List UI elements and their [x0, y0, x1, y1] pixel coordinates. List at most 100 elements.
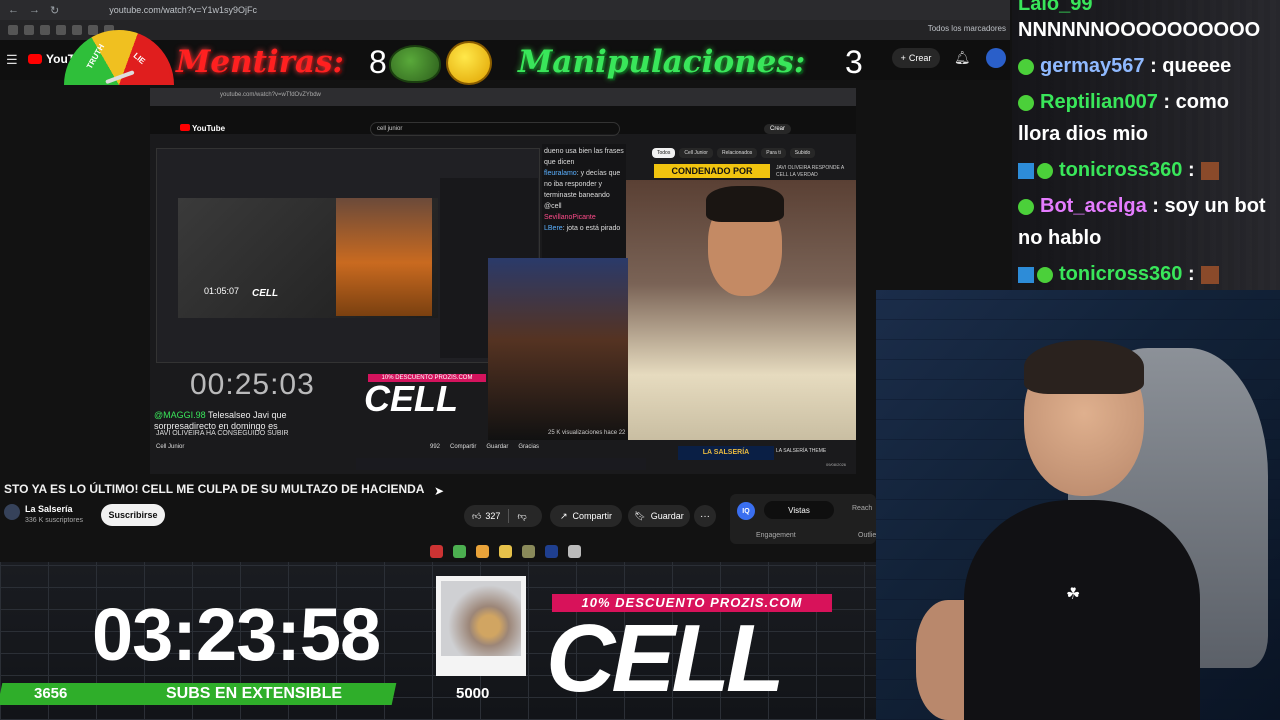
inner-share: Compartir: [450, 444, 477, 450]
chat-message: NNNNNNOOOOOOOOOO: [1018, 18, 1260, 42]
more-actions-button[interactable]: ···: [694, 505, 716, 527]
analytics-extension-icon[interactable]: IQ: [737, 502, 755, 520]
smiley-emote-icon: [446, 41, 492, 85]
subscriber-badge-icon: [1037, 266, 1053, 283]
emote-icon: [1200, 161, 1219, 180]
inner-create-button: Crear: [764, 124, 792, 134]
mentiras-count: 8: [369, 44, 387, 80]
reload-icon[interactable]: ↻: [50, 4, 59, 17]
photoshop-icon[interactable]: [545, 544, 558, 558]
thumbs-down-icon: 👎︎: [517, 510, 527, 521]
manipulaciones-label: Manipulaciones:: [518, 44, 806, 80]
bookmark-icon[interactable]: [56, 25, 66, 35]
share-icon: ↗: [559, 510, 568, 521]
video-player[interactable]: youtube.com/watch?v=wTfdOvZYbdw YouTube …: [150, 88, 856, 474]
inner-overlay-user: @MAGGI.98: [154, 410, 206, 420]
inner-chat-text: dueno usa bien las frases que dicen: [544, 148, 624, 166]
chat-username: Reptilian007: [1040, 91, 1158, 113]
bookmarks-folder[interactable]: Todos los marcadores: [928, 24, 1006, 33]
share-button[interactable]: ↗ Compartir: [550, 505, 622, 527]
inner-small-timer: 01:05:07: [204, 286, 240, 296]
subscriber-badge-icon: [1018, 58, 1034, 75]
manipulaciones-count: 3: [845, 44, 863, 80]
subs-count: 3656: [34, 685, 68, 702]
chat-message: germay567 : queeee: [1018, 54, 1231, 78]
inner-theme-label: LA SALSERÍA THEME: [776, 448, 827, 454]
inner-webcam: [488, 258, 628, 440]
chat-text: : soy un bot: [1146, 195, 1266, 217]
tab-vistas[interactable]: Vistas: [764, 501, 834, 519]
bookmark-icon[interactable]: [72, 25, 82, 35]
address-bar[interactable]: youtube.com/watch?v=Y1w1sy9OjFc: [109, 5, 257, 15]
inner-thanks: Gracias: [518, 444, 540, 450]
menu-icon[interactable]: ☰: [6, 52, 18, 68]
bookmark-icon[interactable]: [24, 25, 34, 35]
like-button[interactable]: 👍︎ 327: [464, 505, 508, 527]
bookmark-icon[interactable]: [40, 25, 50, 35]
mentiras-label: Mentiras:: [176, 44, 344, 80]
subs-label: SUBS EN EXTENSIBLE: [166, 685, 343, 702]
subscribe-button[interactable]: Suscribirse: [101, 504, 165, 526]
inner-view-count: 25 K visualizaciones hace 22: [548, 430, 626, 436]
inner-overlay-text: Telesalseo Javi que: [208, 410, 287, 420]
app-icon[interactable]: [568, 544, 581, 558]
chat-message: Reptilian007 : como: [1018, 90, 1229, 114]
channel-subscriber-count: 336 K suscriptores: [25, 517, 83, 524]
emote-icon: [1200, 265, 1219, 284]
save-button[interactable]: 🔖︎ Guardar: [628, 505, 690, 527]
inner-chat-line: SevillanoPicante: [544, 212, 624, 223]
frog-emote-icon: [389, 45, 441, 83]
channel-name[interactable]: La Salsería: [25, 504, 73, 514]
tab-reach[interactable]: Reach: [852, 505, 872, 512]
subathon-timer: 03:23:58: [92, 593, 381, 676]
inner-chip: Relacionados: [716, 148, 758, 158]
inner-filter-chips: Todos Cell Junior Relacionados Para ti S…: [652, 148, 816, 158]
inner-chat-line: dueno usa bien las frases que dicen: [544, 146, 624, 168]
inner-big-timer: 00:25:03: [190, 368, 315, 401]
inner-chat-line: fleuralamo: y decías que no iba responde…: [544, 168, 624, 212]
bookmark-save-icon: 🔖︎: [634, 510, 646, 521]
inner-like-count: 992: [430, 444, 441, 450]
chrome-icon[interactable]: [476, 544, 489, 558]
prime-badge-icon: [1018, 266, 1034, 283]
recommended-video-title: JAVI OLIVEIRA RESPONDE A CELL LA VERDAD: [776, 165, 844, 178]
video-title: STO YA ES LO ÚLTIMO! CELL ME CULPA DE SU…: [4, 482, 425, 496]
chat-message: llora dios mio: [1018, 122, 1148, 146]
adidas-logo-icon: ☘: [1066, 586, 1081, 603]
youtube-play-icon: [28, 54, 42, 64]
inner-streamer-thumbnail: [336, 198, 432, 316]
streamer-shirt: [964, 500, 1200, 720]
create-label: Crear: [908, 53, 932, 63]
channel-avatar[interactable]: [4, 504, 20, 520]
chat-text: :: [1182, 263, 1195, 285]
forward-icon[interactable]: →: [29, 4, 40, 16]
like-count: 327: [485, 511, 501, 521]
chat-text: NNNNNNOOOOOOOOOO: [1018, 19, 1261, 41]
bookmark-icon[interactable]: [8, 25, 18, 35]
plus-icon: +: [900, 53, 906, 63]
create-button[interactable]: + Crear: [892, 48, 940, 68]
obs-icon[interactable]: [430, 544, 443, 558]
inner-play-icon: [180, 124, 190, 131]
chat-text: :: [1182, 159, 1195, 181]
polaroid-photo: [436, 576, 526, 676]
chat-message: tonicross360 :: [1018, 158, 1219, 182]
inner-chip: Cell Junior: [679, 148, 713, 158]
app-icon[interactable]: [522, 544, 535, 558]
browser-tabbar: ← → ↻ youtube.com/watch?v=Y1w1sy9OjFc: [0, 0, 1010, 20]
inner-save: Guardar: [486, 444, 509, 450]
xbox-icon[interactable]: [453, 544, 466, 558]
notifications-bell-icon[interactable]: 🔔︎: [954, 50, 971, 66]
chat-message: Bot_acelga : soy un bot: [1018, 194, 1266, 218]
dislike-button[interactable]: 👎︎: [509, 505, 534, 527]
folder-icon[interactable]: [499, 544, 512, 558]
inner-video-title: JAVI OLIVEIRA HA CONSEGUIDO SUBIR: [156, 430, 289, 437]
like-dislike-pill: 👍︎ 327 👎︎: [464, 505, 542, 527]
profile-avatar[interactable]: [986, 48, 1006, 68]
back-icon[interactable]: ←: [8, 4, 19, 16]
chat-text: : como: [1157, 91, 1229, 113]
stream-scene: ← → ↻ youtube.com/watch?v=Y1w1sy9OjFc To…: [0, 0, 1280, 720]
inner-taskbar: [356, 458, 646, 470]
chat-text: no hablo: [1018, 227, 1102, 249]
inner-chat-user: fleuralamo: [544, 170, 577, 177]
